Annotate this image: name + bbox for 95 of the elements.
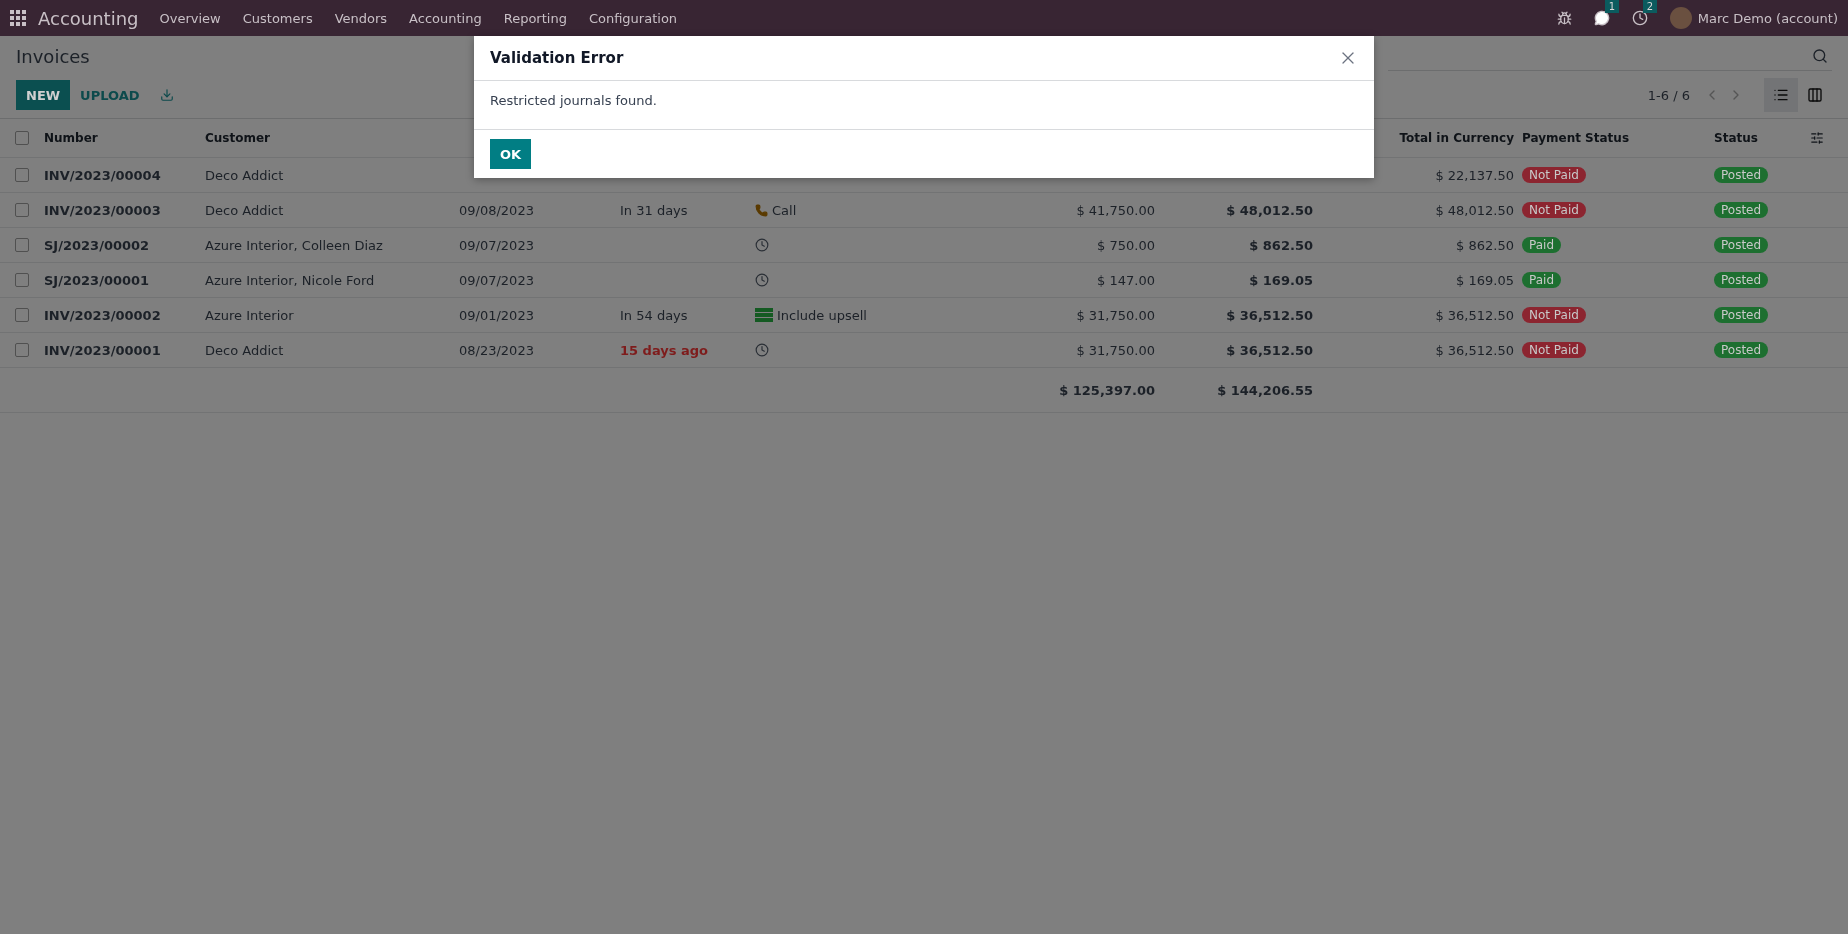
status-badge: Posted xyxy=(1714,167,1769,183)
column-header[interactable]: Payment Status xyxy=(1514,131,1630,145)
new-button[interactable]: NEW xyxy=(16,80,71,110)
menu-item[interactable]: Accounting xyxy=(398,10,493,26)
payment-status-badge: Not Paid xyxy=(1522,342,1586,358)
menu-item[interactable]: Customers xyxy=(231,10,324,26)
table-cell: 09/07/2023 xyxy=(459,237,534,253)
clock-icon[interactable] xyxy=(755,343,769,357)
status-badge: Posted xyxy=(1714,342,1769,358)
table-cell: Azure Interior, Nicole Ford xyxy=(205,272,375,288)
row-checkbox[interactable] xyxy=(15,238,29,252)
table-cell: $ 169.05 xyxy=(1456,272,1514,288)
view-switch-button[interactable] xyxy=(1764,78,1798,112)
table-cell: $ 22,137.50 xyxy=(1435,167,1514,183)
table-cell: $ 36,512.50 xyxy=(1435,307,1514,323)
table-cell: $ 36,512.50 xyxy=(1226,307,1313,323)
table-cell: Deco Addict xyxy=(205,342,284,358)
row-checkbox[interactable] xyxy=(15,308,29,322)
activity-text: Call xyxy=(772,202,797,218)
list-view-icon xyxy=(1773,87,1789,103)
table-cell: 09/08/2023 xyxy=(459,202,534,218)
table-cell: $ 48,012.50 xyxy=(1226,202,1313,218)
row-checkbox[interactable] xyxy=(15,343,29,357)
column-header[interactable]: Status xyxy=(1714,131,1758,145)
table-cell: 08/23/2023 xyxy=(459,342,534,358)
table-cell: 09/07/2023 xyxy=(459,272,534,288)
download-icon xyxy=(159,88,174,102)
ok-button[interactable]: OK xyxy=(490,139,532,169)
table-cell: $ 862.50 xyxy=(1456,237,1514,253)
bug-icon[interactable] xyxy=(1556,10,1572,26)
table-cell-text: In 54 days xyxy=(620,307,689,323)
phone-icon xyxy=(755,203,768,217)
breadcrumb: Invoices xyxy=(16,45,90,67)
table-cell: INV/2023/00004 xyxy=(44,167,161,183)
row-checkbox[interactable] xyxy=(15,168,29,182)
table-cell: $ 48,012.50 xyxy=(1435,202,1514,218)
status-badge: Posted xyxy=(1714,272,1769,288)
kanban-view-icon xyxy=(1807,87,1823,103)
status-badge: Posted xyxy=(1714,237,1769,253)
payment-status-badge: Not Paid xyxy=(1522,307,1586,323)
payment-status-badge: Not Paid xyxy=(1522,202,1586,218)
total-cell: $ 125,397.00 xyxy=(1059,382,1155,398)
table-cell: Azure Interior xyxy=(205,307,294,323)
table-cell: $ 36,512.50 xyxy=(1435,342,1514,358)
menu-item[interactable]: Overview xyxy=(148,10,232,26)
table-cell: SJ/2023/00001 xyxy=(44,272,150,288)
row-checkbox[interactable] xyxy=(15,203,29,217)
table-cell: 09/01/2023 xyxy=(459,307,534,323)
table-cell: Deco Addict xyxy=(205,167,284,183)
table-cell-text: 15 days ago xyxy=(620,342,710,358)
app-name[interactable]: Accounting xyxy=(38,7,139,29)
table-cell: Azure Interior, Colleen Diaz xyxy=(205,237,383,253)
payment-status-badge: Paid xyxy=(1522,272,1561,288)
menu-item[interactable]: Reporting xyxy=(492,10,578,26)
column-header[interactable]: Customer xyxy=(205,131,271,145)
dialog-message: Restricted journals found. xyxy=(490,93,657,108)
column-header[interactable]: Number xyxy=(44,131,98,145)
table-cell: $ 31,750.00 xyxy=(1076,307,1155,323)
total-cell: $ 144,206.55 xyxy=(1217,382,1313,398)
payment-status-badge: Paid xyxy=(1522,237,1561,253)
table-cell: INV/2023/00002 xyxy=(44,307,161,323)
table-cell: INV/2023/00003 xyxy=(44,202,161,218)
dialog-title: Validation Error xyxy=(490,49,624,67)
activity-count: 2 xyxy=(1642,0,1658,13)
chat-icon[interactable] xyxy=(1593,10,1610,26)
table-cell-text: In 31 days xyxy=(620,202,689,218)
user-avatar[interactable] xyxy=(1669,7,1692,29)
menu-item[interactable]: Configuration xyxy=(577,10,689,26)
clock-icon[interactable] xyxy=(755,273,769,287)
payment-status-badge: Not Paid xyxy=(1522,167,1586,183)
table-cell: $ 36,512.50 xyxy=(1226,342,1313,358)
pager-text: 1-6 / 6 xyxy=(1647,87,1690,103)
apps-menu-icon[interactable] xyxy=(10,10,26,26)
clock-icon[interactable] xyxy=(755,238,769,252)
table-cell: $ 147.00 xyxy=(1097,272,1155,288)
settings-icon[interactable] xyxy=(1810,131,1824,145)
activity-text: Include upsell xyxy=(777,307,867,323)
row-checkbox[interactable] xyxy=(15,273,29,287)
stack-icon xyxy=(755,308,773,322)
table-cell: Deco Addict xyxy=(205,202,284,218)
table-cell: SJ/2023/00002 xyxy=(44,237,150,253)
status-badge: Posted xyxy=(1714,202,1769,218)
select-all-checkbox[interactable] xyxy=(15,131,29,145)
column-header[interactable]: Total in Currency xyxy=(1399,131,1514,145)
search-icon xyxy=(1812,47,1828,64)
status-badge: Posted xyxy=(1714,307,1769,323)
menu-item[interactable]: Vendors xyxy=(323,10,399,26)
message-count: 1 xyxy=(1604,0,1620,13)
user-name[interactable]: Marc Demo (account) xyxy=(1697,10,1838,26)
table-cell: INV/2023/00001 xyxy=(44,342,161,358)
table-cell: $ 862.50 xyxy=(1249,237,1313,253)
table-cell: $ 31,750.00 xyxy=(1076,342,1155,358)
table-cell: $ 169.05 xyxy=(1249,272,1313,288)
table-cell: $ 41,750.00 xyxy=(1076,202,1155,218)
table-cell: $ 750.00 xyxy=(1097,237,1155,253)
